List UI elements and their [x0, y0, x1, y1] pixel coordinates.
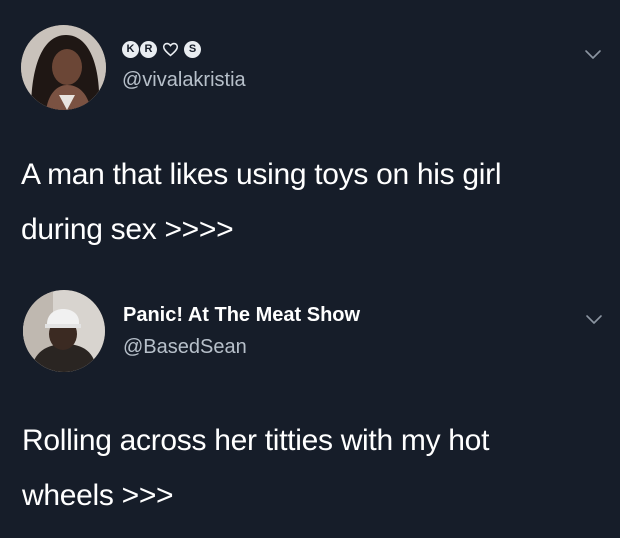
heart-outline-icon [162, 41, 179, 58]
chevron-down-icon[interactable] [584, 49, 602, 61]
display-name[interactable]: Panic! At The Meat Show [123, 304, 360, 327]
badge-k: K [122, 40, 139, 58]
tweet-text-line: Rolling across her titties with my hot [22, 424, 490, 457]
profile-photo-icon [21, 25, 106, 110]
badge-s: S [184, 40, 201, 58]
tweet-text: Rolling across her titties with my hot w… [22, 413, 602, 523]
user-handle[interactable]: @BasedSean [123, 336, 247, 359]
tweet-card[interactable]: K R S @vivalakristia A man that likes us… [0, 0, 620, 270]
tweet-card[interactable]: Panic! At The Meat Show @BasedSean Rolli… [0, 270, 620, 538]
badge-r: R [140, 40, 157, 58]
profile-photo-icon [23, 290, 105, 372]
kr-badge: K R [122, 40, 157, 58]
tweet-text-line: A man that likes using toys on his girl [21, 158, 502, 191]
avatar[interactable] [21, 25, 106, 110]
name-badges: K R S [122, 39, 201, 59]
user-handle[interactable]: @vivalakristia [122, 69, 246, 92]
avatar[interactable] [23, 290, 105, 372]
chevron-down-icon[interactable] [585, 314, 603, 326]
tweet-text-line: wheels >>> [22, 479, 174, 512]
tweet-text-line: during sex >>>> [21, 213, 234, 246]
tweet-text: A man that likes using toys on his girl … [21, 147, 601, 257]
